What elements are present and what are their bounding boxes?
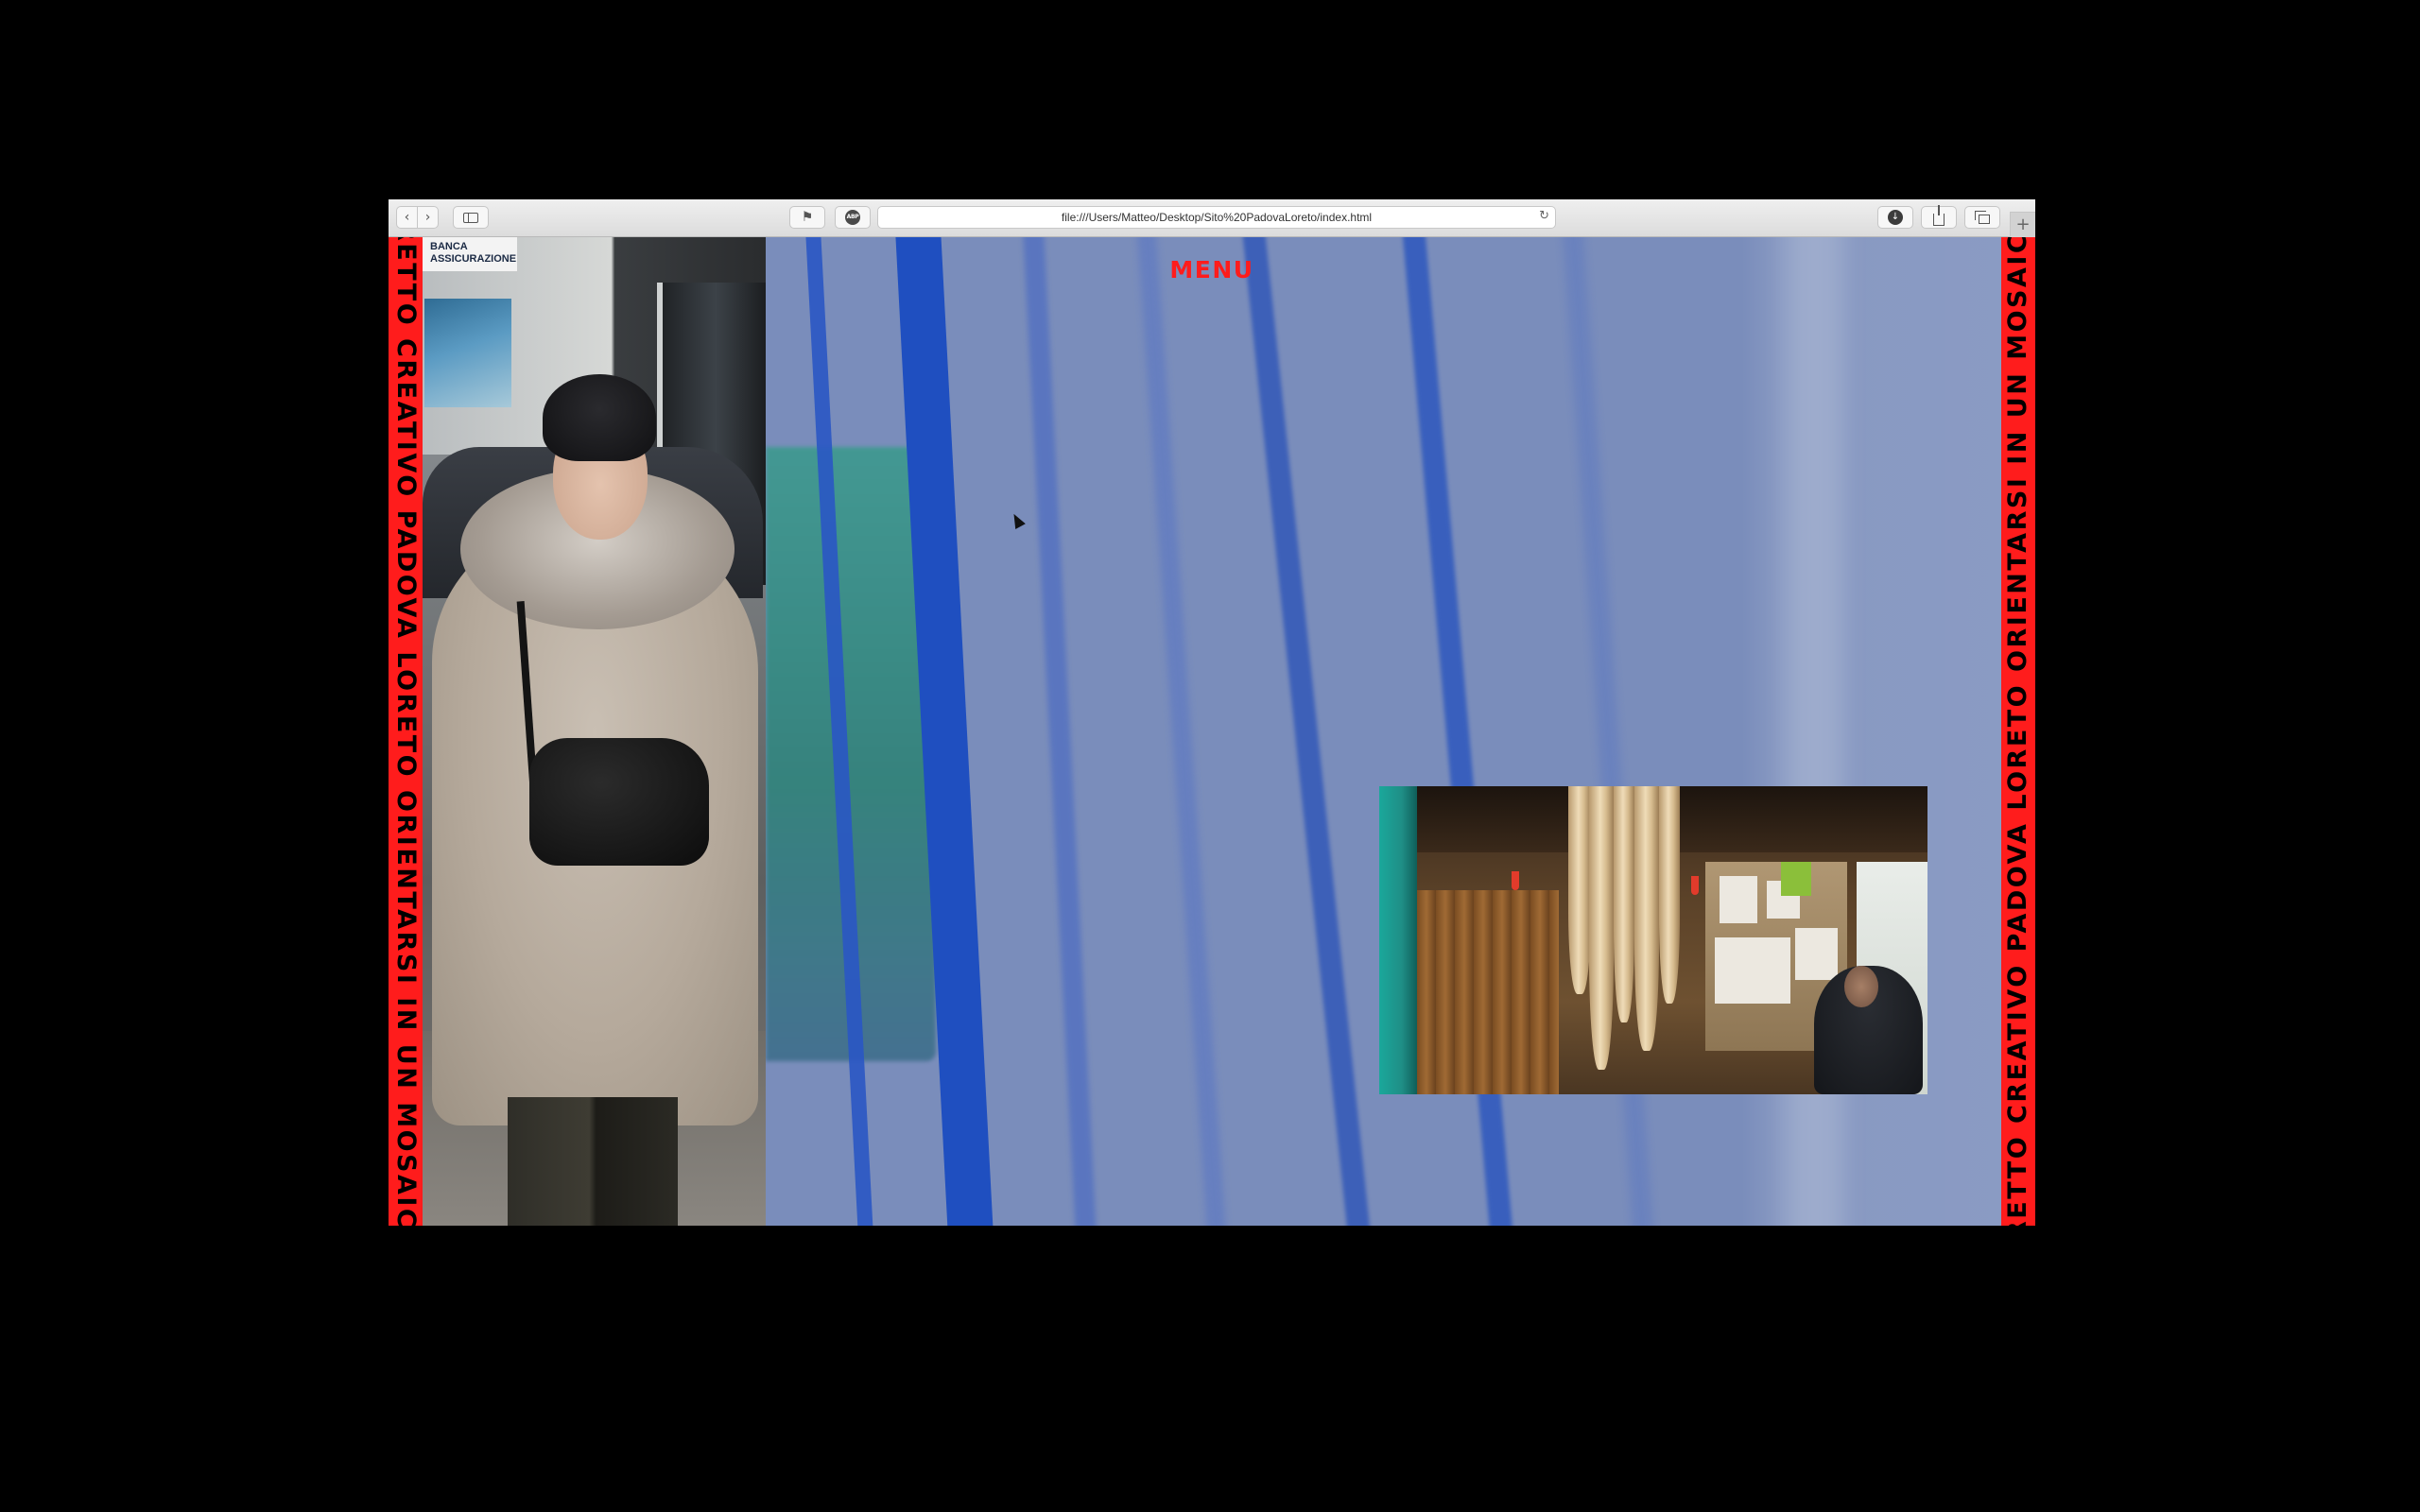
sidebar-icon <box>463 212 478 223</box>
browser-window: ‹ › ⚑ ABP file:///Users/Matteo/Desktop/S… <box>389 199 2035 1226</box>
tab-overview-button[interactable] <box>1964 206 2000 229</box>
adblock-button[interactable]: ABP <box>835 206 871 229</box>
new-tab-button[interactable]: + <box>2010 212 2035 237</box>
menu-button[interactable]: MENU <box>389 256 2035 284</box>
forward-button[interactable]: › <box>417 206 439 229</box>
chevron-right-icon: › <box>424 210 431 225</box>
extension-button[interactable]: ⚑ <box>789 206 825 229</box>
woman-photo: BANCA ASSICURAZIONE <box>423 237 766 1226</box>
url-text: file:///Users/Matteo/Desktop/Sito%20Pado… <box>1061 211 1373 224</box>
share-icon <box>1933 204 1945 226</box>
page-content: RETTO CREATIVO PADOVA LORETO ORIENTARSI … <box>389 237 2035 1226</box>
sidebar-toggle-button[interactable] <box>453 206 489 229</box>
downloads-button[interactable]: ↓ <box>1877 206 1913 229</box>
download-icon: ↓ <box>1888 210 1903 225</box>
browser-toolbar: ‹ › ⚑ ABP file:///Users/Matteo/Desktop/S… <box>389 199 2035 237</box>
right-marquee-band: RETTO CREATIVO PADOVA LORETO ORIENTARSI … <box>2001 237 2035 1226</box>
flag-icon: ⚑ <box>801 210 814 225</box>
address-bar[interactable]: file:///Users/Matteo/Desktop/Sito%20Pado… <box>877 206 1556 229</box>
left-marquee-text: RETTO CREATIVO PADOVA LORETO ORIENTARSI … <box>391 237 421 1226</box>
reload-icon[interactable]: ↻ <box>1539 209 1549 223</box>
wind-chimes-photo <box>1379 786 1927 1094</box>
left-marquee-band: RETTO CREATIVO PADOVA LORETO ORIENTARSI … <box>389 237 423 1226</box>
back-button[interactable]: ‹ <box>396 206 418 229</box>
plus-icon: + <box>2015 215 2031 234</box>
tabs-icon <box>1974 210 1990 224</box>
right-marquee-text: RETTO CREATIVO PADOVA LORETO ORIENTARSI … <box>2003 237 2032 1226</box>
adblock-icon: ABP <box>845 210 860 225</box>
share-button[interactable] <box>1921 204 1957 229</box>
chevron-left-icon: ‹ <box>404 210 410 225</box>
